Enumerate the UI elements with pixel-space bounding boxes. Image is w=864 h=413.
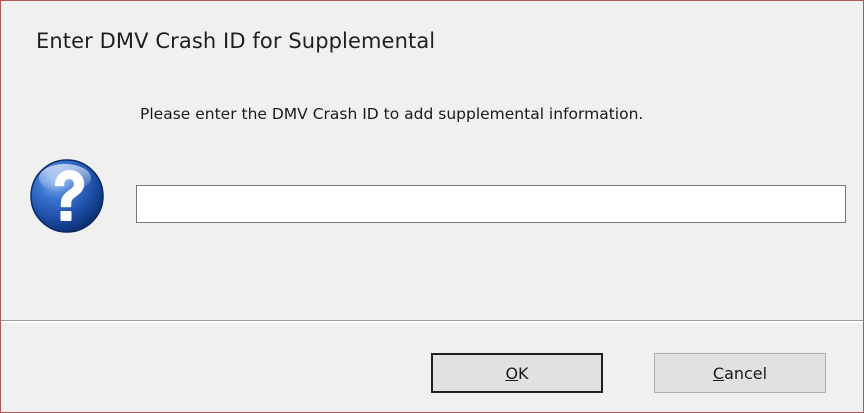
dmv-crash-id-dialog: Enter DMV Crash ID for Supplemental Plea…	[0, 0, 864, 413]
dialog-title: Enter DMV Crash ID for Supplemental	[36, 29, 436, 53]
ok-button[interactable]: OK	[431, 353, 603, 393]
question-icon	[29, 158, 105, 234]
ok-button-label: OK	[505, 363, 529, 383]
prompt-text: Please enter the DMV Crash ID to add sup…	[140, 105, 644, 123]
cancel-button-label: Cancel	[712, 363, 768, 383]
dialog-header: Enter DMV Crash ID for Supplemental	[1, 1, 863, 87]
cancel-button[interactable]: Cancel	[654, 353, 826, 393]
crash-id-input[interactable]	[136, 185, 846, 223]
